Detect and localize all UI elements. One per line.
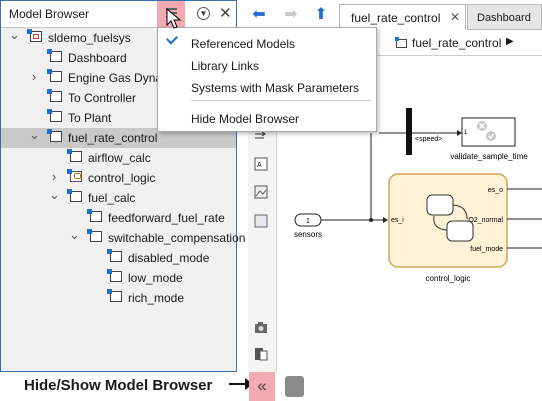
forward-arrow-icon[interactable]: ➡	[280, 5, 302, 25]
tree-row[interactable]: airflow_calc	[1, 148, 236, 168]
tree-item-label: fuel_calc	[88, 191, 136, 205]
subsystem-icon	[395, 37, 407, 48]
tree-row[interactable]: disabled_mode	[1, 248, 236, 268]
close-tab-icon[interactable]: ✕	[450, 10, 460, 24]
tree-item-label: airflow_calc	[88, 151, 151, 165]
subsystem-icon	[47, 129, 62, 142]
menu-item-systems-with-mask-parameters[interactable]: Systems with Mask Parameters	[158, 75, 376, 97]
model-browser-header: Model Browser ▼ ✕	[1, 1, 236, 28]
tree-row[interactable]: feedforward_fuel_rate	[1, 208, 236, 228]
tab-dashboard[interactable]: Dashboard	[467, 4, 542, 30]
menu-item-hide-model-browser[interactable]: Hide Model Browser	[158, 106, 376, 128]
image-icon[interactable]	[254, 185, 268, 199]
subsystem-icon	[67, 149, 82, 162]
subsystem-icon	[47, 69, 62, 82]
tree-row[interactable]: ⌄ fuel_calc	[1, 187, 236, 208]
checkmark-icon	[165, 32, 179, 45]
menu-item-label: Systems with Mask Parameters	[191, 81, 360, 95]
collapse-chevron-icon[interactable]: ⌄	[69, 227, 80, 243]
speed-signal-label: <speed>	[415, 136, 442, 143]
tree-item-label: switchable_compensation	[108, 231, 246, 245]
subsystem-icon	[47, 109, 62, 122]
model-browser-menu: Referenced Models Library Links Systems …	[157, 27, 377, 132]
svg-text:A: A	[257, 162, 262, 169]
tree-item-label: control_logic	[88, 171, 156, 185]
model-browser-title: Model Browser	[9, 7, 90, 21]
breadcrumb-item[interactable]: fuel_rate_control	[412, 36, 501, 50]
validate-block-label: validate_sample_time	[450, 152, 528, 161]
tree-item-label: low_mode	[128, 271, 183, 285]
tree-item-label: To Controller	[68, 91, 137, 105]
camera-icon[interactable]	[254, 320, 268, 334]
subsystem-icon	[47, 89, 62, 102]
sensors-label: sensors	[294, 230, 322, 239]
tree-item-label: sldemo_fuelsys	[48, 31, 131, 45]
subsystem-icon	[107, 269, 122, 282]
chart-input-label: es_i	[391, 217, 404, 224]
tree-row[interactable]: low_mode	[1, 268, 236, 288]
stateflow-chart-icon	[67, 169, 82, 182]
expand-chevron-icon[interactable]: ›	[49, 169, 59, 184]
status-bar: Hide/Show Model Browser «	[0, 372, 542, 401]
tree-row[interactable]: rich_mode	[1, 288, 236, 308]
expand-chevron-icon[interactable]: ›	[29, 69, 39, 84]
tree-row[interactable]: › control_logic	[1, 168, 236, 188]
menu-item-referenced-models[interactable]: Referenced Models	[158, 31, 376, 53]
back-arrow-icon[interactable]: ⬅	[248, 5, 270, 25]
menu-item-label: Referenced Models	[191, 37, 296, 51]
subsystem-icon	[47, 49, 62, 62]
check-circle-icon	[486, 131, 496, 141]
subsystem-icon	[107, 249, 122, 262]
subsystem-icon	[67, 189, 82, 202]
chart-state	[426, 194, 454, 216]
tree-item-label: fuel_rate_control	[68, 131, 158, 145]
menu-item-label: Hide Model Browser	[191, 112, 300, 126]
subsystem-icon	[87, 229, 102, 242]
hide-show-model-browser-button[interactable]: «	[249, 372, 275, 401]
menu-item-label: Library Links	[191, 59, 260, 73]
hide-show-annotation: Hide/Show Model Browser	[24, 377, 213, 394]
control-logic-label: control_logic	[426, 274, 471, 283]
tab-label: Dashboard	[477, 12, 531, 24]
tree-item-label: Dashboard	[68, 51, 127, 65]
tab-label: fuel_rate_control	[351, 11, 441, 25]
close-icon[interactable]: ✕	[219, 4, 232, 22]
menu-separator	[191, 100, 371, 101]
tree-row[interactable]: ⌄ switchable_compensation	[1, 227, 245, 248]
model-data-icon[interactable]	[254, 347, 268, 361]
menu-item-library-links[interactable]: Library Links	[158, 53, 376, 75]
annotation-icon[interactable]: A	[254, 157, 268, 171]
tree-item-label: disabled_mode	[128, 251, 210, 265]
subsystem-icon	[107, 289, 122, 302]
up-arrow-icon[interactable]: ⬆	[310, 5, 332, 25]
chart-state	[446, 220, 474, 242]
annotation-arrow	[229, 378, 253, 390]
collapse-panel-icon[interactable]: ▼	[197, 7, 210, 20]
model-top-icon	[27, 29, 42, 42]
tree-item-label: To Plant	[68, 111, 112, 125]
collapse-chevron-icon[interactable]: ⌄	[9, 27, 20, 43]
area-icon[interactable]	[254, 214, 268, 228]
tree-item-label: feedforward_fuel_rate	[108, 211, 225, 225]
chart-output-label: O2_normal	[468, 217, 503, 224]
breadcrumb-arrow-icon[interactable]: ▶	[506, 36, 514, 47]
subsystem-icon	[87, 209, 102, 222]
collapse-chevron-icon[interactable]: ⌄	[29, 127, 40, 143]
chart-output-label: es_o	[488, 187, 503, 194]
database-icon[interactable]	[285, 376, 304, 397]
bus-selector-bar	[406, 108, 412, 155]
collapse-chevron-icon[interactable]: ⌄	[49, 187, 60, 203]
chart-output-label: fuel_mode	[470, 246, 503, 253]
sensors-port-number: 1	[306, 218, 310, 225]
mouse-cursor-icon	[166, 8, 182, 29]
tree-item-label: rich_mode	[128, 291, 185, 305]
